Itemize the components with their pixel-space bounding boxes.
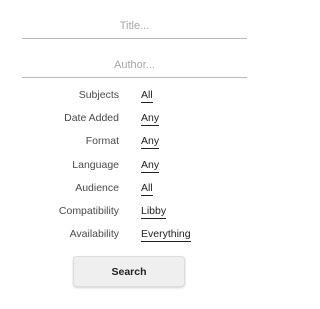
date-added-label: Date Added [64,112,119,125]
title-input[interactable] [22,13,247,39]
language-selector[interactable]: Any [141,159,160,173]
filter-row-compatibility: Compatibility Libby [0,202,267,225]
filter-list: Subjects All Date Added Any Format Any L… [0,86,267,248]
compatibility-label: Compatibility [58,204,119,217]
availability-label: Availability [69,228,119,241]
audience-selector[interactable]: All [141,182,153,196]
availability-selector[interactable]: Everything [141,228,191,243]
language-label: Language [72,158,119,171]
format-selector[interactable]: Any [141,135,160,150]
audience-label: Audience [75,181,119,194]
compatibility-selector[interactable]: Libby [141,205,167,219]
filter-row-format: Format Any [0,132,267,155]
subjects-label: Subjects [78,89,119,101]
filter-row-audience: Audience All [0,179,267,202]
format-label: Format [85,135,119,148]
author-input[interactable] [22,52,247,78]
search-button[interactable]: Search [73,256,185,287]
filter-row-language: Language Any [0,156,267,179]
filter-row-subjects: Subjects All [0,86,267,109]
date-added-selector[interactable]: Any [141,112,160,127]
filter-row-date-added: Date Added Any [0,109,267,132]
subjects-selector[interactable]: All [141,89,153,103]
filter-row-availability: Availability Everything [0,225,267,248]
